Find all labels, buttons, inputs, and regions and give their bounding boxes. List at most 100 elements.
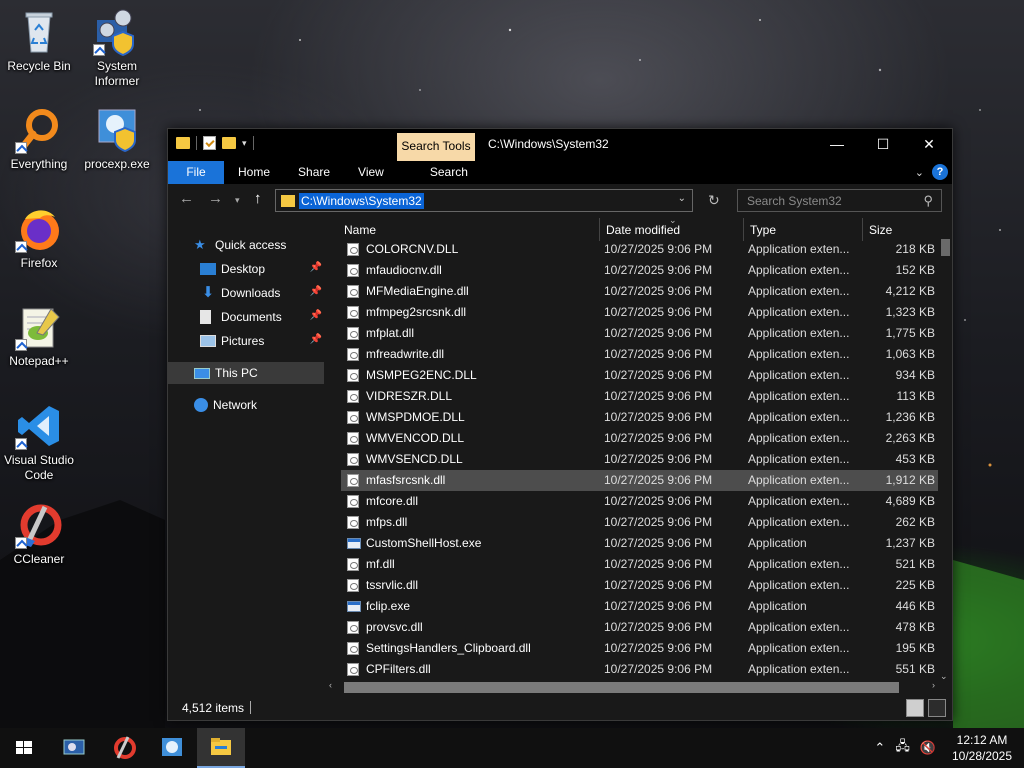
- column-header-date-modified[interactable]: Date modified: [606, 218, 680, 241]
- desktop-icon-firefox[interactable]: Firefox: [0, 205, 78, 271]
- column-divider[interactable]: [599, 218, 600, 241]
- table-row[interactable]: mf.dll 10/27/2025 9:06 PM Application exte…: [341, 554, 938, 575]
- pin-icon[interactable]: 📌: [310, 310, 322, 321]
- search-box[interactable]: ⚲: [737, 189, 942, 212]
- table-row[interactable]: CPFilters.dll 10/27/2025 9:06 PM Applicati…: [341, 659, 938, 679]
- table-row[interactable]: WMVSENCD.DLL 10/27/2025 9:06 PM Applicatio…: [341, 449, 938, 470]
- table-row[interactable]: CustomShellHost.exe 10/27/2025 9:06 PM App…: [341, 533, 938, 554]
- address-bar[interactable]: C:\Windows\System32 ⌄: [275, 189, 693, 212]
- large-icons-view-icon[interactable]: [928, 699, 946, 717]
- file-size: 478 KB: [895, 620, 935, 634]
- taskbar-system-informer[interactable]: [50, 728, 98, 768]
- dll-file-icon: [347, 327, 359, 340]
- tab-view[interactable]: View: [344, 161, 398, 184]
- tab-file[interactable]: File: [168, 161, 224, 184]
- vertical-scrollbar[interactable]: ⌄: [938, 239, 952, 682]
- show-hidden-icons-chevron-icon[interactable]: ⌃: [874, 740, 885, 756]
- minimize-button[interactable]: —: [814, 129, 860, 159]
- table-row[interactable]: mfplat.dll 10/27/2025 9:06 PM Application …: [341, 323, 938, 344]
- table-row[interactable]: WMSPDMOE.DLL 10/27/2025 9:06 PM Applicatio…: [341, 407, 938, 428]
- taskbar-process-explorer[interactable]: [148, 728, 196, 768]
- help-icon[interactable]: ?: [932, 164, 948, 180]
- file-type: Application: [748, 536, 807, 550]
- table-row[interactable]: mfasfsrcsnk.dll 10/27/2025 9:06 PM Applica…: [341, 470, 938, 491]
- scroll-right-chevron-icon[interactable]: ›: [932, 680, 935, 690]
- taskbar-ccleaner[interactable]: [100, 728, 148, 768]
- column-divider[interactable]: [743, 218, 744, 241]
- new-folder-icon[interactable]: [222, 137, 236, 149]
- address-history-chevron-icon[interactable]: ⌄: [678, 193, 686, 204]
- network-status-icon[interactable]: 🖧: [895, 737, 910, 759]
- nav-item-label: Quick access: [215, 238, 287, 252]
- tab-home[interactable]: Home: [224, 161, 284, 184]
- table-row[interactable]: fclip.exe 10/27/2025 9:06 PM Application 44…: [341, 596, 938, 617]
- desktop-icon-ccleaner[interactable]: CCleaner: [0, 501, 78, 567]
- file-size: 4,212 KB: [885, 284, 935, 298]
- table-row[interactable]: MFMediaEngine.dll 10/27/2025 9:06 PM Appli…: [341, 281, 938, 302]
- scrollbar-thumb[interactable]: [344, 682, 899, 693]
- recent-locations-chevron-icon[interactable]: ▾: [235, 195, 240, 206]
- table-row[interactable]: mfmpeg2srcsnk.dll 10/27/2025 9:06 PM Appli…: [341, 302, 938, 323]
- nav-item-downloads[interactable]: ⬇ Downloads 📌: [168, 282, 324, 304]
- tab-search[interactable]: Search: [416, 161, 482, 184]
- table-row[interactable]: SettingsHandlers_Clipboard.dll 10/27/2025…: [341, 638, 938, 659]
- nav-item-this-pc[interactable]: This PC: [168, 362, 324, 384]
- desktop-icon-notepadpp[interactable]: Notepad++: [0, 303, 78, 369]
- details-view-icon[interactable]: [906, 699, 924, 717]
- maximize-button[interactable]: ☐: [860, 129, 906, 159]
- table-row[interactable]: COLORCNV.DLL 10/27/2025 9:06 PM Applicatio…: [341, 239, 938, 260]
- file-type: Application exten...: [748, 641, 850, 655]
- table-row[interactable]: mfaudiocnv.dll 10/27/2025 9:06 PM Applicat…: [341, 260, 938, 281]
- table-row[interactable]: tssrvlic.dll 10/27/2025 9:06 PM Applicatio…: [341, 575, 938, 596]
- table-row[interactable]: VIDRESZR.DLL 10/27/2025 9:06 PM Applicatio…: [341, 386, 938, 407]
- horizontal-scrollbar[interactable]: ‹ ›: [326, 680, 938, 694]
- nav-item-pictures[interactable]: Pictures 📌: [168, 330, 324, 352]
- table-row[interactable]: mfreadwrite.dll 10/27/2025 9:06 PM Applica…: [341, 344, 938, 365]
- search-tools-context-tab[interactable]: Search Tools: [397, 133, 475, 161]
- nav-item-network[interactable]: Network: [168, 394, 324, 416]
- start-button[interactable]: [0, 728, 48, 768]
- column-header-name[interactable]: Name: [344, 218, 376, 241]
- taskbar-file-explorer[interactable]: [197, 728, 245, 768]
- pin-icon[interactable]: 📌: [310, 286, 322, 297]
- expand-ribbon-chevron-icon[interactable]: ⌄: [915, 166, 924, 179]
- back-arrow-icon[interactable]: ←: [179, 190, 194, 207]
- nav-item-desktop[interactable]: Desktop 📌: [168, 258, 324, 280]
- volume-muted-icon[interactable]: 🔇: [920, 740, 936, 756]
- search-icon[interactable]: ⚲: [923, 193, 933, 209]
- table-row[interactable]: MSMPEG2ENC.DLL 10/27/2025 9:06 PM Applicat…: [341, 365, 938, 386]
- pin-icon[interactable]: 📌: [310, 262, 322, 273]
- title-bar[interactable]: ▾ Search Tools C:\Windows\System32 — ☐ ✕: [168, 129, 952, 161]
- desktop-icon-procexp[interactable]: procexp.exe: [78, 106, 156, 172]
- column-header-type[interactable]: Type: [750, 218, 776, 241]
- ribbon-controls: ⌄ ?: [915, 164, 948, 180]
- scroll-left-chevron-icon[interactable]: ‹: [329, 680, 332, 690]
- nav-item-quick-access[interactable]: ★ Quick access: [168, 234, 324, 256]
- table-row[interactable]: provsvc.dll 10/27/2025 9:06 PM Application…: [341, 617, 938, 638]
- customize-toolbar-chevron-icon[interactable]: ▾: [242, 138, 247, 149]
- desktop-icon-recycle-bin[interactable]: Recycle Bin: [0, 8, 78, 74]
- pin-icon[interactable]: 📌: [310, 334, 322, 345]
- desktop-icon-vscode[interactable]: Visual Studio Code: [0, 402, 78, 483]
- scroll-down-chevron-icon[interactable]: ⌄: [940, 671, 948, 682]
- table-row[interactable]: mfps.dll 10/27/2025 9:06 PM Application ex…: [341, 512, 938, 533]
- column-divider[interactable]: [862, 218, 863, 241]
- desktop-icon-system-informer[interactable]: System Informer: [78, 8, 156, 89]
- column-header-size[interactable]: Size: [869, 218, 892, 241]
- search-input[interactable]: [738, 190, 918, 211]
- table-row[interactable]: WMVENCOD.DLL 10/27/2025 9:06 PM Applicatio…: [341, 428, 938, 449]
- up-arrow-icon[interactable]: ↑: [254, 190, 262, 207]
- file-date-modified: 10/27/2025 9:06 PM: [604, 662, 713, 676]
- refresh-icon[interactable]: ↻: [708, 192, 720, 209]
- nav-item-documents[interactable]: Documents 📌: [168, 306, 324, 328]
- table-row[interactable]: mfcore.dll 10/27/2025 9:06 PM Application …: [341, 491, 938, 512]
- address-path[interactable]: C:\Windows\System32: [299, 193, 424, 209]
- desktop-icon-everything[interactable]: Everything: [0, 106, 78, 172]
- close-button[interactable]: ✕: [906, 129, 952, 159]
- properties-icon[interactable]: [203, 136, 216, 150]
- clock[interactable]: 12:12 AM 10/28/2025: [946, 732, 1018, 764]
- file-type: Application exten...: [748, 326, 850, 340]
- tab-share[interactable]: Share: [284, 161, 344, 184]
- scrollbar-thumb[interactable]: [941, 239, 950, 256]
- forward-arrow-icon[interactable]: →: [208, 190, 223, 207]
